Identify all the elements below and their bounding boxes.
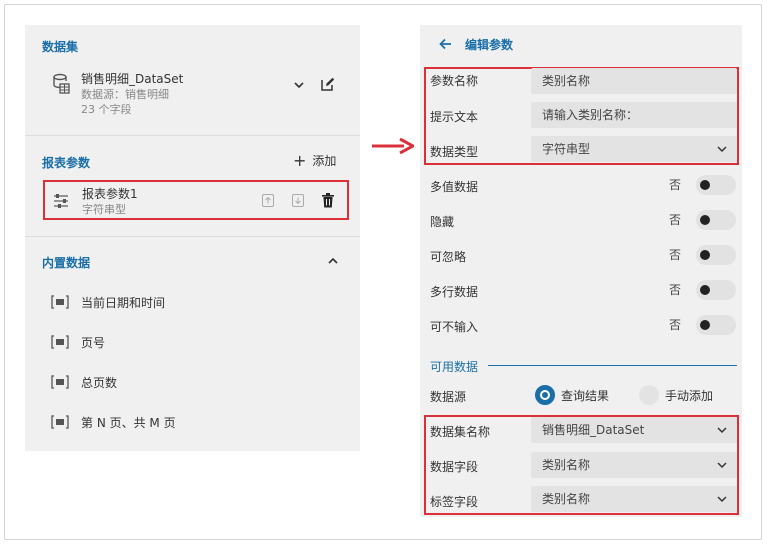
move-down-icon[interactable] [292,194,304,207]
chevron-down-icon [717,146,727,153]
label-field-select[interactable]: 类别名称 [531,486,737,512]
dataset-name: 销售明细_DataSet [81,72,184,86]
builtin-section-title: 内置数据 [42,256,91,270]
chevron-down-icon [717,462,727,469]
label-field-value: 类别名称 [542,492,591,506]
data-source-label: 数据源 [430,390,467,404]
builtin-field-icon [51,415,69,429]
builtin-item[interactable]: 总页数 [51,372,117,392]
chevron-down-icon[interactable] [293,79,305,91]
builtin-item-label: 当前日期和时间 [81,295,166,310]
hidden-state: 否 [669,213,682,227]
dataset-name-label: 数据集名称 [430,425,491,439]
edit-param-panel: 编辑参数 参数名称 类别名称 提示文本 请输入类别名称： 数据类型 字符串型 多… [420,25,742,517]
data-field-label: 数据字段 [430,460,479,474]
prompt-text-value: 请输入类别名称： [542,108,639,122]
multi-line-state: 否 [669,283,682,297]
label-field-label: 标签字段 [430,495,479,509]
plus-icon: + [293,150,307,170]
radio-query-result[interactable] [535,385,555,405]
prompt-text-label: 提示文本 [430,110,479,124]
ignorable-toggle[interactable] [696,245,736,265]
toggle-knob [700,320,710,330]
dataset-field-count: 23 个字段 [81,103,132,116]
divider [25,236,360,237]
toggle-knob [700,285,710,295]
multi-line-toggle[interactable] [696,280,736,300]
builtin-item-label: 第 N 页、共 M 页 [81,415,176,430]
multi-value-label: 多值数据 [430,180,479,194]
builtin-item[interactable]: 第 N 页、共 M 页 [51,412,176,432]
data-field-value: 类别名称 [542,458,591,472]
optional-input-state: 否 [669,318,682,332]
data-type-value: 字符串型 [542,142,591,156]
param-name-input[interactable]: 类别名称 [531,68,737,94]
report-params-section-title: 报表参数 [42,156,91,170]
radio-manual-add-label[interactable]: 手动添加 [665,387,713,404]
radio-query-result-label[interactable]: 查询结果 [561,387,609,404]
dataset-source: 数据源：销售明细 [81,88,169,101]
prompt-text-input[interactable]: 请输入类别名称： [531,102,737,128]
param-name-label: 参数名称 [430,74,479,88]
ignorable-state: 否 [669,248,682,262]
report-param-item[interactable]: 报表参数1 字符串型 [43,180,349,220]
param-name-value: 类别名称 [542,74,591,88]
toggle-knob [700,180,710,190]
toggle-knob [700,250,710,260]
add-param-button[interactable]: + 添加 [293,152,336,169]
builtin-field-icon [51,295,69,309]
chevron-down-icon [717,496,727,503]
builtin-field-icon [51,375,69,389]
chevron-up-icon[interactable] [327,256,339,266]
dataset-select-value: 销售明细_DataSet [542,423,645,437]
available-data-section-title: 可用数据 [430,360,479,374]
chevron-down-icon [717,427,727,434]
parameter-icon [54,194,68,208]
toggle-knob [700,215,710,225]
multi-line-label: 多行数据 [430,285,479,299]
builtin-item[interactable]: 当前日期和时间 [51,292,165,312]
left-panel: 数据集 销售明细_DataSet 数据源：销售明细 23 个字段 报表参数 + … [25,25,360,451]
add-param-label: 添加 [312,154,337,168]
ignorable-label: 可忽略 [430,250,467,264]
builtin-item[interactable]: 页号 [51,332,105,352]
builtin-item-label: 页号 [81,335,106,350]
optional-input-label: 可不输入 [430,320,479,334]
radio-manual-add[interactable] [639,385,659,405]
section-divider [488,365,737,366]
dataset-select[interactable]: 销售明细_DataSet [531,417,737,443]
move-up-icon[interactable] [262,194,274,207]
data-type-label: 数据类型 [430,145,479,159]
edit-icon[interactable] [321,77,335,91]
param-type: 字符串型 [82,203,126,216]
builtin-item-label: 总页数 [81,375,118,390]
back-arrow-icon[interactable] [439,38,452,50]
panel-title: 编辑参数 [465,38,514,52]
hidden-toggle[interactable] [696,210,736,230]
hidden-label: 隐藏 [430,215,455,229]
divider [25,135,360,136]
data-field-select[interactable]: 类别名称 [531,452,737,478]
multi-value-toggle[interactable] [696,175,736,195]
pointer-arrow-icon [372,138,414,154]
optional-input-toggle[interactable] [696,315,736,335]
multi-value-state: 否 [669,178,682,192]
builtin-field-icon [51,335,69,349]
dataset-icon [53,73,70,94]
dataset-section-title: 数据集 [42,40,79,54]
param-name: 报表参数1 [82,187,138,201]
trash-icon[interactable] [321,193,335,208]
data-type-select[interactable]: 字符串型 [531,136,737,162]
